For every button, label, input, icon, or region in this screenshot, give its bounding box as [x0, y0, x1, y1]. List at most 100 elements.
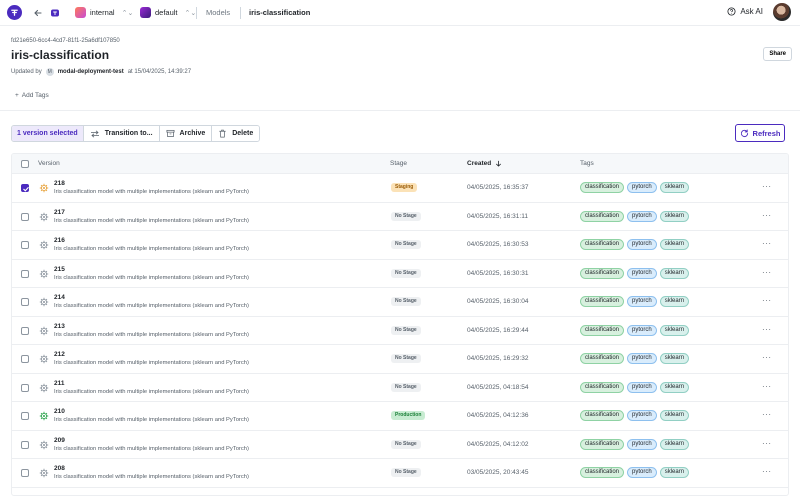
- tag-sklearn[interactable]: sklearn: [659, 182, 690, 193]
- table-row[interactable]: 211 Iris classification model with multip…: [12, 374, 788, 402]
- column-tags[interactable]: Tags: [580, 160, 594, 167]
- column-created[interactable]: Created: [467, 160, 502, 167]
- archive-button[interactable]: Archive: [159, 126, 213, 141]
- tag-sklearn[interactable]: sklearn: [659, 324, 690, 336]
- tag-sklearn[interactable]: sklearn: [659, 438, 690, 450]
- table-row[interactable]: 210 Iris classification model with multip…: [12, 402, 788, 431]
- row-checkbox[interactable]: [21, 326, 29, 335]
- tag-classification[interactable]: classification: [580, 267, 625, 279]
- row-more-menu[interactable]: ···: [762, 353, 772, 362]
- table-row[interactable]: 209 Iris classification model with multip…: [12, 431, 788, 459]
- tag-pytorch[interactable]: pytorch: [627, 239, 657, 250]
- version-number[interactable]: 209: [54, 437, 65, 444]
- tag-classification[interactable]: classification: [580, 182, 625, 193]
- tag-pytorch[interactable]: pytorch: [627, 210, 657, 222]
- select-all-checkbox[interactable]: [21, 160, 29, 168]
- tag-sklearn[interactable]: sklearn: [659, 410, 690, 421]
- tag-pytorch[interactable]: pytorch: [627, 438, 657, 450]
- tag-sklearn[interactable]: sklearn: [659, 467, 690, 478]
- row-more-menu[interactable]: ···: [762, 296, 772, 305]
- row-checkbox[interactable]: [21, 383, 29, 392]
- tag-classification[interactable]: classification: [580, 296, 625, 307]
- version-number[interactable]: 216: [54, 237, 65, 244]
- version-number[interactable]: 212: [54, 351, 65, 358]
- row-more-menu[interactable]: ···: [762, 439, 772, 448]
- row-more-menu[interactable]: ···: [762, 268, 772, 277]
- tag-pytorch[interactable]: pytorch: [627, 182, 657, 193]
- table-row[interactable]: 208 Iris classification model with multip…: [12, 459, 788, 488]
- row-checkbox[interactable]: [21, 269, 29, 278]
- tag-sklearn[interactable]: sklearn: [659, 210, 690, 222]
- selection-count-label: 1 version selected: [17, 130, 78, 137]
- column-version[interactable]: Version: [38, 160, 60, 167]
- version-number[interactable]: 213: [54, 323, 65, 330]
- tag-classification[interactable]: classification: [580, 467, 625, 478]
- tag-pytorch[interactable]: pytorch: [627, 296, 657, 307]
- table-row[interactable]: 212 Iris classification model with multip…: [12, 345, 788, 374]
- user-avatar[interactable]: [773, 3, 791, 21]
- version-number[interactable]: 211: [54, 380, 65, 387]
- arrow-left-icon[interactable]: [32, 7, 44, 19]
- updated-by-user[interactable]: modal-deployment-test: [58, 69, 124, 75]
- selection-count[interactable]: 1 version selected: [12, 126, 84, 141]
- home-icon[interactable]: [49, 7, 61, 19]
- breadcrumb-models[interactable]: Models: [206, 8, 230, 17]
- row-more-menu[interactable]: ···: [762, 211, 772, 220]
- table-row[interactable]: 213 Iris classification model with multip…: [12, 317, 788, 345]
- version-number[interactable]: 208: [54, 465, 65, 472]
- row-more-menu[interactable]: ···: [762, 382, 772, 391]
- tag-pytorch[interactable]: pytorch: [627, 410, 657, 421]
- row-more-menu[interactable]: ···: [762, 182, 772, 191]
- tag-sklearn[interactable]: sklearn: [659, 296, 690, 307]
- tag-pytorch[interactable]: pytorch: [627, 467, 657, 478]
- row-checkbox[interactable]: [21, 298, 29, 306]
- tag-sklearn[interactable]: sklearn: [659, 267, 690, 279]
- row-checkbox[interactable]: [21, 469, 29, 477]
- table-row[interactable]: 217 Iris classification model with multip…: [12, 203, 788, 231]
- tag-classification[interactable]: classification: [580, 410, 625, 421]
- table-row[interactable]: 214 Iris classification model with multip…: [12, 288, 788, 317]
- tag-classification[interactable]: classification: [580, 438, 625, 450]
- table-row[interactable]: 216 Iris classification model with multip…: [12, 231, 788, 260]
- row-checkbox[interactable]: [21, 355, 29, 363]
- table-row[interactable]: 218 Iris classification model with multip…: [12, 174, 788, 203]
- row-more-menu[interactable]: ···: [762, 410, 772, 419]
- tag-pytorch[interactable]: pytorch: [627, 324, 657, 336]
- share-button[interactable]: Share: [763, 47, 792, 61]
- updated-at: at 15/04/2025, 14:39:27: [127, 69, 192, 75]
- tag-classification[interactable]: classification: [580, 239, 625, 250]
- tag-sklearn[interactable]: sklearn: [659, 353, 690, 364]
- tag-classification[interactable]: classification: [580, 353, 625, 364]
- row-checkbox[interactable]: [21, 440, 29, 449]
- row-more-menu[interactable]: ···: [762, 239, 772, 248]
- add-tags-button[interactable]: + Add Tags: [15, 92, 49, 99]
- table-row[interactable]: 215 Iris classification model with multip…: [12, 260, 788, 288]
- delete-button[interactable]: Delete: [212, 126, 260, 141]
- workspace-selector[interactable]: default ⌃⌄: [140, 6, 196, 19]
- version-number[interactable]: 215: [54, 266, 65, 273]
- app-logo-icon[interactable]: [7, 5, 22, 20]
- tag-pytorch[interactable]: pytorch: [627, 267, 657, 279]
- tag-pytorch[interactable]: pytorch: [627, 381, 657, 393]
- project-selector[interactable]: internal ⌃⌄: [75, 6, 133, 19]
- ask-ai-button[interactable]: Ask AI: [727, 7, 763, 16]
- tag-classification[interactable]: classification: [580, 324, 625, 336]
- row-checkbox[interactable]: [21, 184, 29, 192]
- tag-classification[interactable]: classification: [580, 210, 625, 222]
- column-stage[interactable]: Stage: [390, 160, 407, 167]
- tag-classification[interactable]: classification: [580, 381, 625, 393]
- version-number[interactable]: 210: [54, 408, 65, 415]
- row-checkbox[interactable]: [21, 212, 29, 221]
- version-number[interactable]: 217: [54, 209, 65, 216]
- version-number[interactable]: 218: [54, 180, 65, 187]
- tag-sklearn[interactable]: sklearn: [659, 381, 690, 393]
- transition-button[interactable]: Transition to...: [83, 126, 160, 141]
- version-number[interactable]: 214: [54, 294, 65, 301]
- row-more-menu[interactable]: ···: [762, 467, 772, 476]
- tag-pytorch[interactable]: pytorch: [627, 353, 657, 364]
- refresh-button[interactable]: Refresh: [735, 124, 785, 142]
- tag-sklearn[interactable]: sklearn: [659, 239, 690, 250]
- row-more-menu[interactable]: ···: [762, 325, 772, 334]
- row-checkbox[interactable]: [21, 412, 29, 420]
- row-checkbox[interactable]: [21, 241, 29, 249]
